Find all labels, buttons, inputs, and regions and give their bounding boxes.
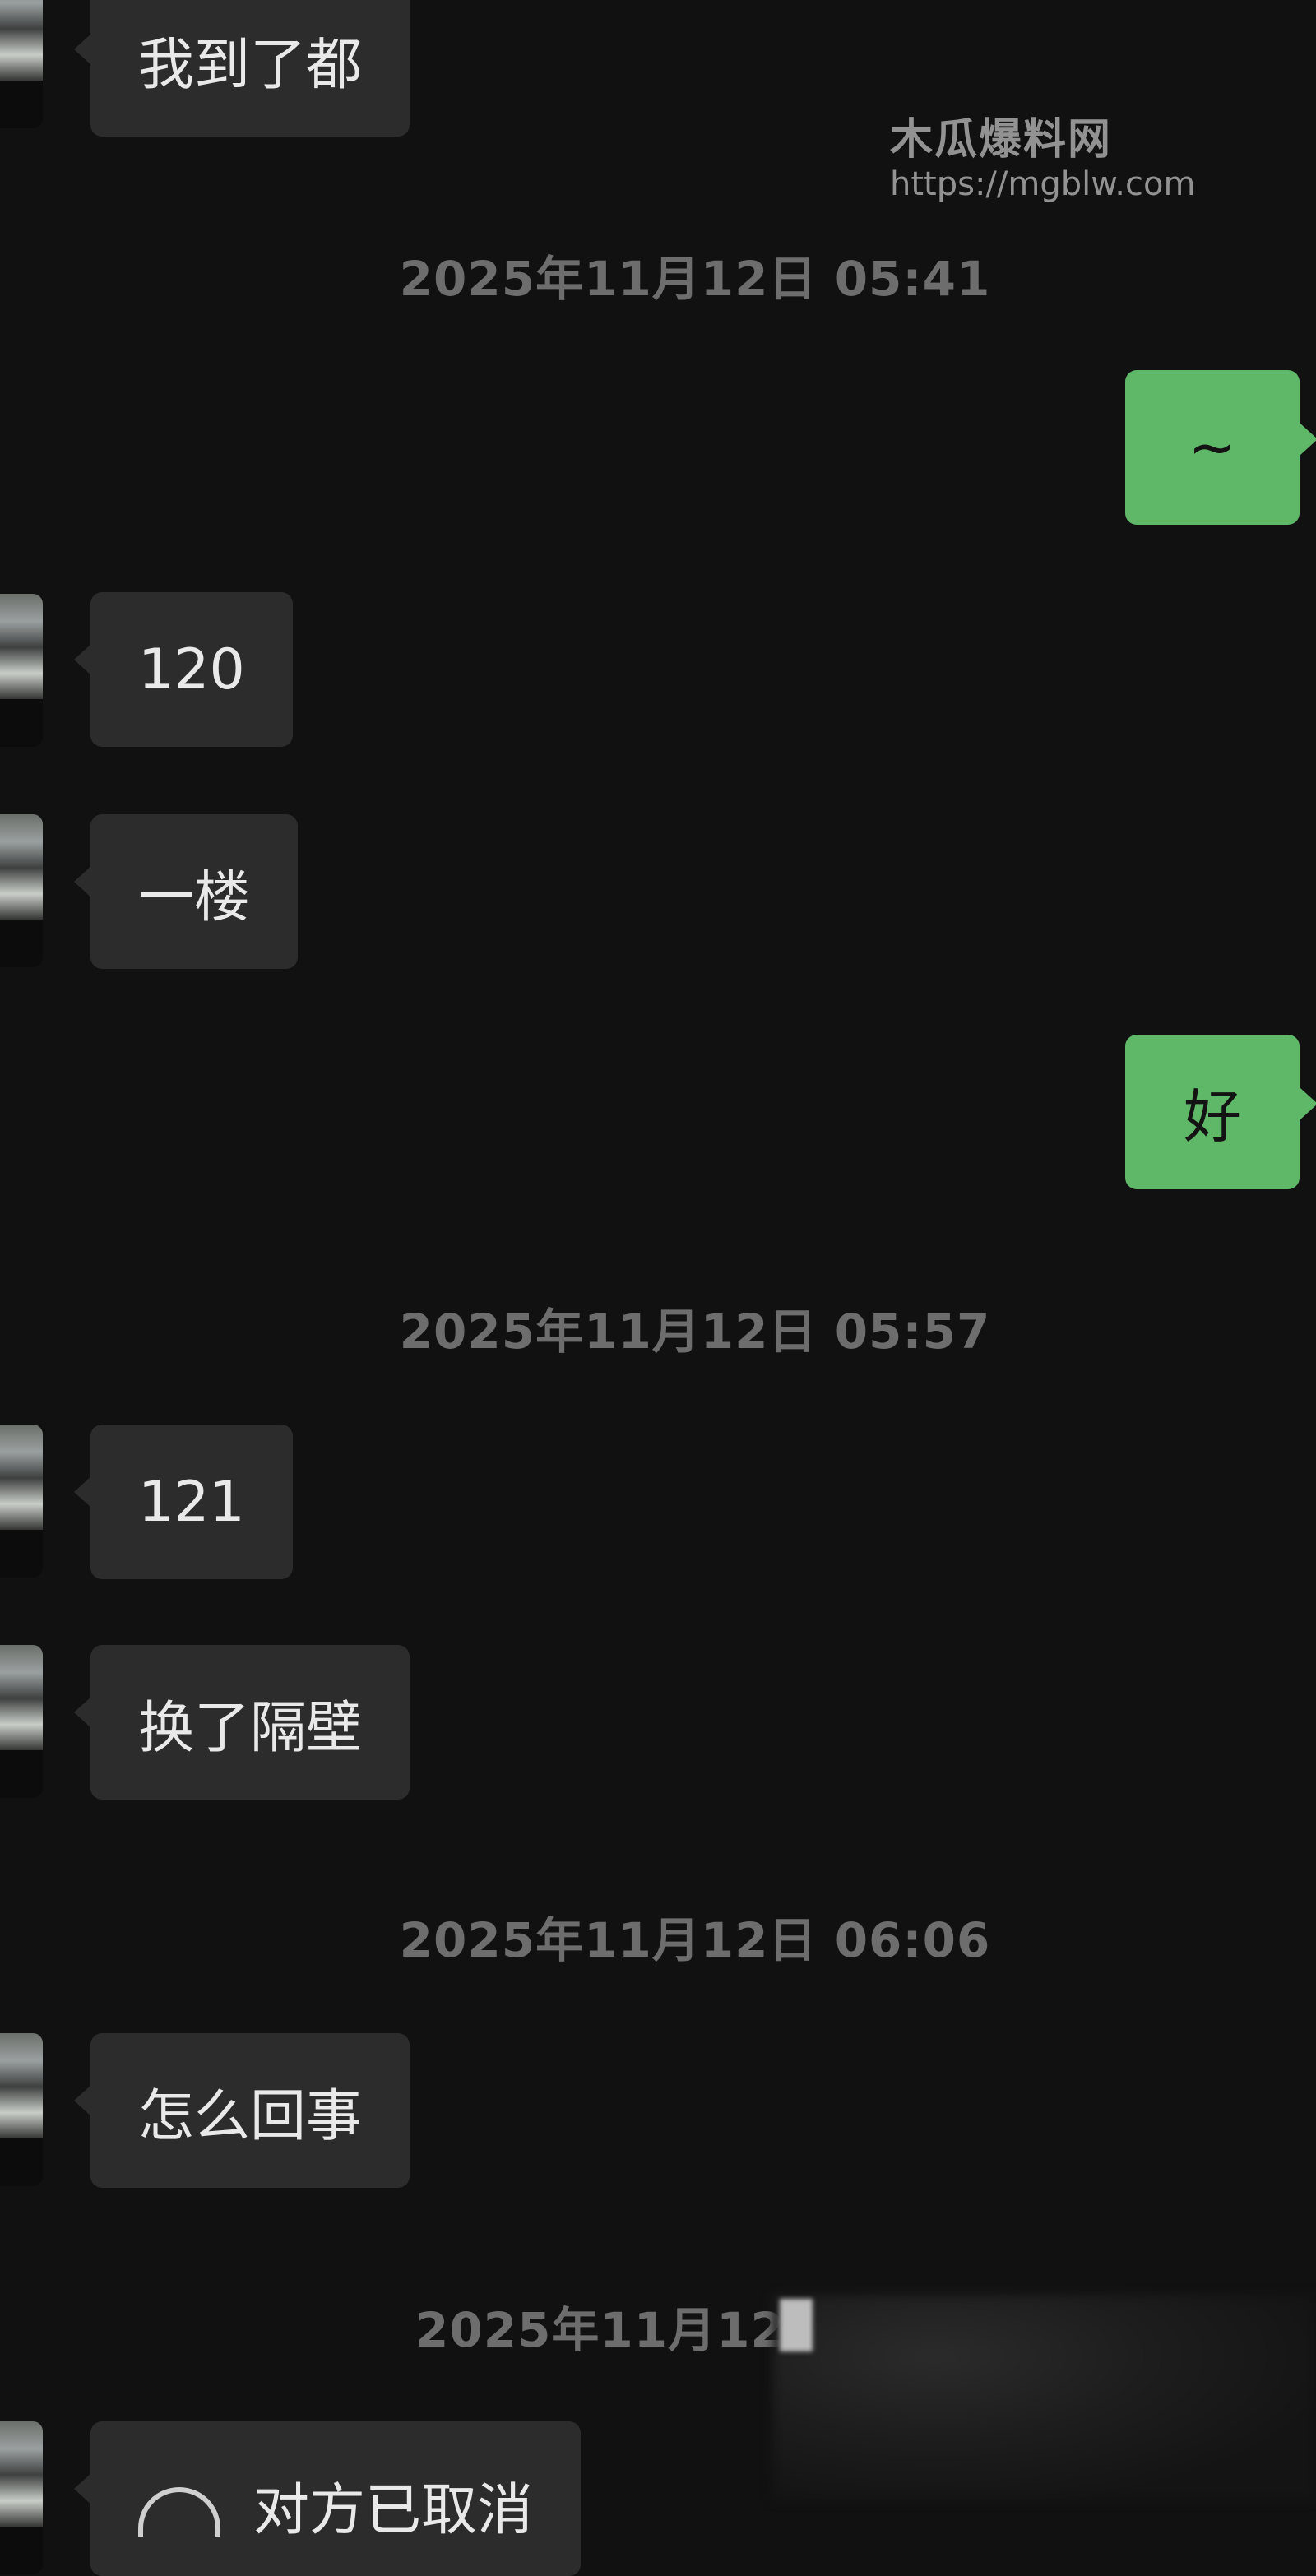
message-bubble-incoming[interactable]: 一楼 (73, 814, 299, 969)
watermark-name: 木瓜爆料网 (890, 115, 1113, 164)
contact-avatar[interactable] (0, 1645, 43, 1798)
message-text: 我到了都 (138, 32, 363, 98)
watermark: 木瓜爆料网 https://mgblw.com (890, 115, 1195, 204)
message-bubble-incoming[interactable]: 121 (74, 1425, 293, 1579)
message-text: 好 (1184, 1082, 1241, 1151)
timestamp: 2025年11月12日 06:06 (399, 1912, 991, 1968)
message-bubble-incoming[interactable]: 我到了都 (73, 0, 410, 137)
contact-avatar[interactable] (0, 2033, 43, 2186)
message-text: 怎么回事 (138, 2083, 363, 2149)
message-bubble-outgoing[interactable]: ~ (1125, 370, 1316, 525)
message-text: 一楼 (138, 864, 251, 930)
message-bubble-incoming[interactable]: 怎么回事 (73, 2033, 410, 2188)
message-text: ~ (1188, 414, 1237, 481)
watermark-url: https://mgblw.com (890, 165, 1196, 203)
call-cancelled-message[interactable]: 对方已取消 (73, 2421, 582, 2576)
contact-avatar[interactable] (0, 0, 43, 128)
contact-avatar[interactable] (0, 814, 43, 967)
message-bubble-incoming[interactable]: 120 (74, 592, 293, 747)
message-text: 换了隔壁 (138, 1695, 363, 1761)
call-cancel-icon (138, 2487, 220, 2537)
timestamp: 2025年11月12日 05:41 (399, 251, 991, 307)
redaction-blur (773, 2295, 1316, 2500)
message-bubble-incoming[interactable]: 换了隔壁 (73, 1645, 410, 1800)
message-text: 121 (138, 1469, 245, 1535)
message-text: 120 (138, 637, 245, 702)
message-text: 对方已取消 (253, 2478, 534, 2543)
contact-avatar[interactable] (0, 1425, 43, 1578)
message-bubble-outgoing[interactable]: 好 (1125, 1035, 1316, 1189)
contact-avatar[interactable] (0, 594, 43, 747)
timestamp: 2025年11月12日 05:57 (399, 1304, 991, 1360)
timestamp: 2025年11月12 (415, 2302, 785, 2358)
redaction-blur (780, 2299, 813, 2351)
contact-avatar[interactable] (0, 2421, 43, 2574)
